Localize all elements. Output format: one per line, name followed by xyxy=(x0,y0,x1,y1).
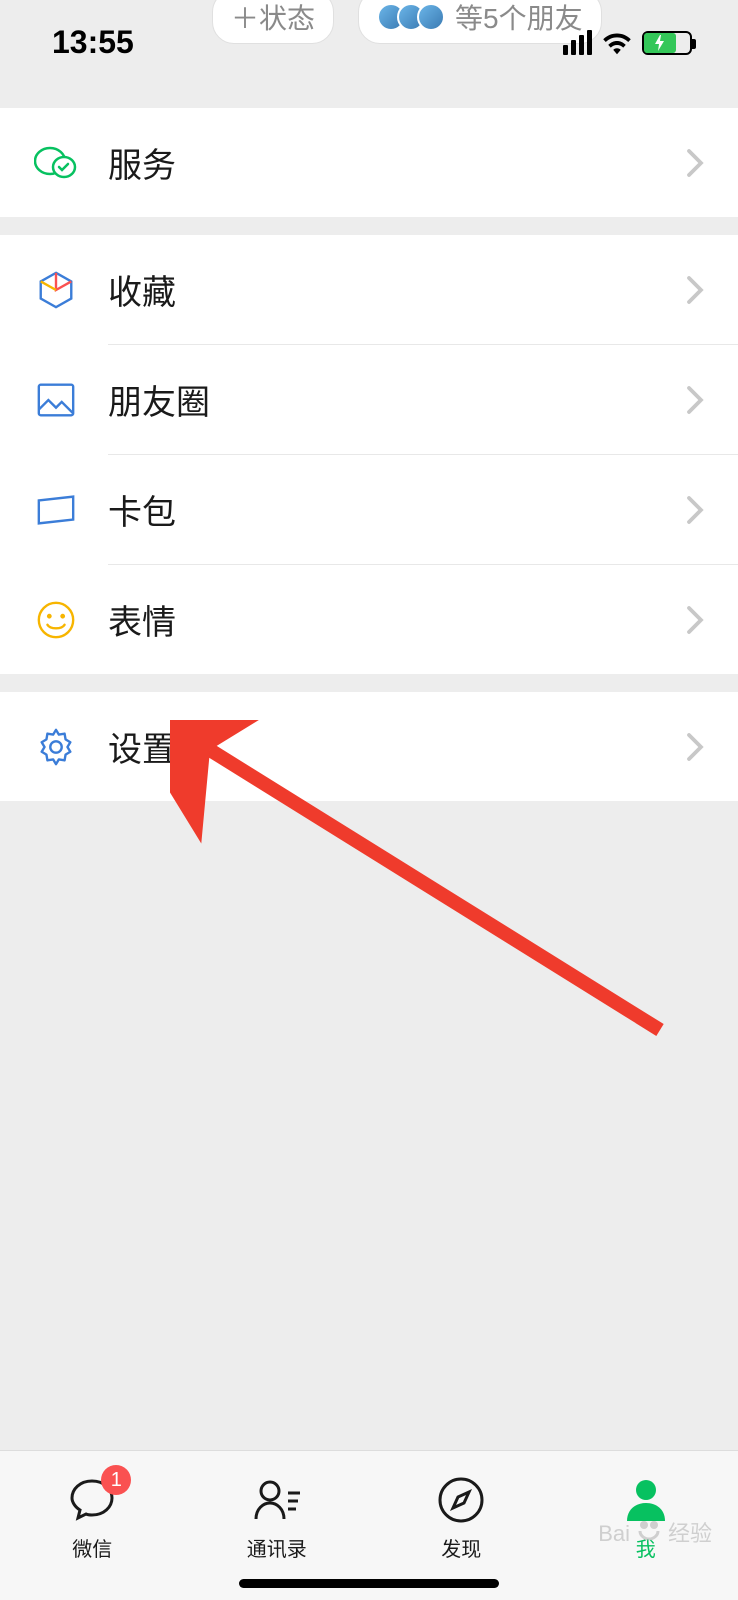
services-icon xyxy=(34,141,78,185)
watermark: Bai 经验 xyxy=(598,1515,712,1548)
cellular-signal-icon xyxy=(563,30,592,55)
moments-icon xyxy=(34,378,78,422)
menu-label: 卡包 xyxy=(108,485,686,534)
settings-icon xyxy=(34,725,78,769)
tab-contacts[interactable]: 通讯录 xyxy=(185,1451,370,1570)
status-time: 13:55 xyxy=(52,24,134,61)
menu-item-favorites[interactable]: 收藏 xyxy=(0,235,738,344)
menu-label: 朋友圈 xyxy=(108,375,686,424)
stickers-icon xyxy=(34,598,78,642)
chevron-right-icon xyxy=(686,148,704,178)
menu-item-services[interactable]: 服务 xyxy=(0,108,738,217)
tab-me[interactable]: 我 xyxy=(554,1451,738,1570)
tab-discover[interactable]: 发现 xyxy=(369,1451,554,1570)
menu-item-settings[interactable]: 设置 xyxy=(0,692,738,801)
menu-label: 收藏 xyxy=(108,265,686,314)
battery-icon xyxy=(642,31,692,55)
chats-badge: 1 xyxy=(101,1465,131,1495)
chevron-right-icon xyxy=(686,732,704,762)
chevron-right-icon xyxy=(686,275,704,305)
menu-item-moments[interactable]: 朋友圈 xyxy=(0,345,738,454)
status-bar: 13:55 xyxy=(0,24,738,61)
tab-label: 发现 xyxy=(441,1533,481,1562)
tab-chats[interactable]: 1 微信 xyxy=(0,1451,185,1570)
menu-item-cards[interactable]: 卡包 xyxy=(0,455,738,564)
favorites-icon xyxy=(34,268,78,312)
chevron-right-icon xyxy=(686,605,704,635)
home-indicator[interactable] xyxy=(239,1579,499,1588)
chevron-right-icon xyxy=(686,495,704,525)
menu-label: 服务 xyxy=(108,138,686,187)
chevron-right-icon xyxy=(686,385,704,415)
menu-item-stickers[interactable]: 表情 xyxy=(0,565,738,674)
menu-label: 设置 xyxy=(108,722,686,771)
tab-label: 微信 xyxy=(72,1533,112,1562)
menu-label: 表情 xyxy=(108,595,686,644)
profile-header: ＋状态 等5个朋友 13:55 xyxy=(0,0,738,90)
cards-icon xyxy=(34,488,78,532)
tab-label: 通讯录 xyxy=(247,1533,307,1562)
wifi-icon xyxy=(602,31,632,55)
